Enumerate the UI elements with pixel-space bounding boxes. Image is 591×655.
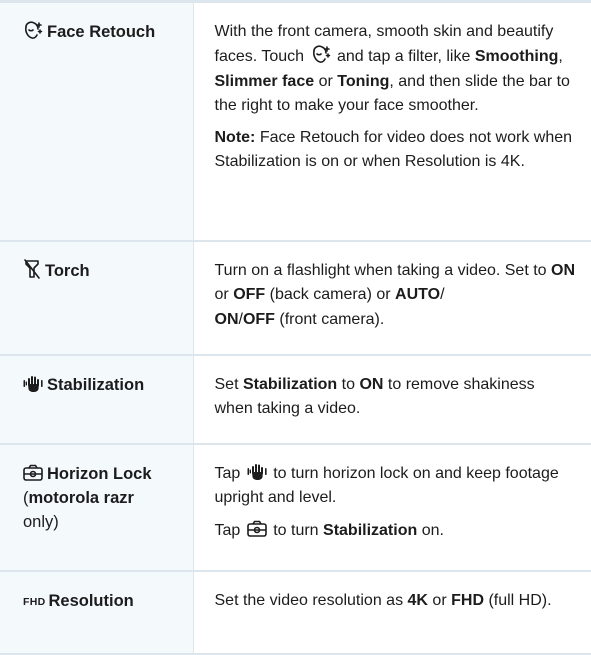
- feature-cell: Torch: [0, 241, 194, 356]
- description-paragraph: Set the video resolution as 4K or FHD (f…: [215, 589, 576, 613]
- text: (back camera) or: [269, 286, 391, 304]
- face-retouch-icon: [311, 44, 331, 64]
- feature-name: Resolution: [48, 592, 134, 610]
- torch-icon: [23, 259, 41, 279]
- feature-cell: Horizon Lock (motorola razr only): [0, 444, 194, 572]
- feature-name: Face Retouch: [47, 23, 156, 41]
- filter-name: Smoothing: [474, 48, 559, 66]
- description-cell: Turn on a flashlight when taking a video…: [193, 241, 591, 356]
- description-paragraph: Turn on a flashlight when taking a video…: [215, 259, 576, 332]
- table-row: Stabilization Set Stabilization to ON to…: [0, 355, 591, 445]
- option: AUTO: [395, 286, 441, 304]
- option: ON: [214, 310, 239, 328]
- option: ON: [551, 262, 576, 279]
- text: Turn on a flashlight when taking a video…: [214, 262, 547, 279]
- text: Set the video resolution as: [214, 592, 404, 609]
- text: (front camera).: [279, 310, 385, 328]
- text: on.: [421, 521, 444, 539]
- description-paragraph: Tap to turn horizon lock on and keep foo…: [215, 462, 576, 511]
- note-label: Note:: [214, 129, 256, 147]
- filter-name: Slimmer face: [214, 72, 315, 90]
- device-name: motorola razr: [28, 489, 134, 507]
- table-row: Torch Turn on a flashlight when taking a…: [0, 241, 591, 356]
- feature-cell: FHD Resolution: [0, 571, 194, 655]
- description-paragraph: Tap to turn Stabilization on.: [215, 519, 576, 543]
- feature-name: Torch: [45, 262, 90, 280]
- text: to turn: [273, 521, 319, 539]
- text: to: [341, 376, 355, 393]
- table-row: FHD Resolution Set the video resolution a…: [0, 571, 591, 655]
- option: FHD: [451, 592, 484, 609]
- description-paragraph: With the front camera, smooth skin and b…: [215, 20, 576, 118]
- text: Tap: [214, 521, 241, 539]
- table-row: Horizon Lock (motorola razr only) Tap to…: [0, 444, 591, 572]
- text: ,: [558, 48, 563, 66]
- feature-name: Stabilization: [47, 376, 145, 394]
- text: or: [318, 72, 333, 90]
- text: (full HD).: [488, 592, 552, 609]
- description-cell: Set Stabilization to ON to remove shakin…: [193, 355, 591, 445]
- camera-features-table: Face Retouch With the front camera, smoo…: [0, 3, 591, 655]
- table-row: Face Retouch With the front camera, smoo…: [0, 3, 591, 242]
- text: /: [440, 286, 445, 304]
- description-cell: Set the video resolution as 4K or FHD (f…: [193, 571, 591, 655]
- option: Stabilization: [323, 521, 418, 539]
- feature-cell: Stabilization: [0, 355, 194, 445]
- option: ON: [359, 376, 384, 393]
- text: and tap a filter, like: [336, 48, 471, 66]
- resolution-icon: FHD: [23, 596, 46, 608]
- option: Stabilization: [242, 376, 338, 393]
- stabilization-icon: [23, 375, 43, 393]
- face-retouch-icon: [23, 20, 43, 40]
- option: 4K: [407, 592, 428, 609]
- text: only): [23, 513, 59, 531]
- text: Set: [214, 376, 239, 393]
- horizon-lock-icon: [246, 520, 267, 538]
- description-cell: Tap to turn horizon lock on and keep foo…: [193, 444, 591, 572]
- feature-name: Horizon Lock: [47, 465, 152, 483]
- option: OFF: [242, 310, 275, 328]
- text: Tap: [214, 465, 241, 482]
- filter-name: Toning: [337, 72, 390, 90]
- stabilization-icon: [247, 463, 267, 481]
- note-paragraph: Note: Face Retouch for video does not wo…: [215, 126, 576, 175]
- text: or: [432, 592, 447, 609]
- horizon-lock-icon: [23, 464, 43, 482]
- note-text: Face Retouch for video does not work whe…: [214, 129, 573, 171]
- description-paragraph: Set Stabilization to ON to remove shakin…: [215, 373, 576, 422]
- description-cell: With the front camera, smooth skin and b…: [193, 3, 591, 242]
- option: OFF: [233, 286, 266, 304]
- feature-cell: Face Retouch: [0, 3, 194, 242]
- text: or: [214, 286, 229, 304]
